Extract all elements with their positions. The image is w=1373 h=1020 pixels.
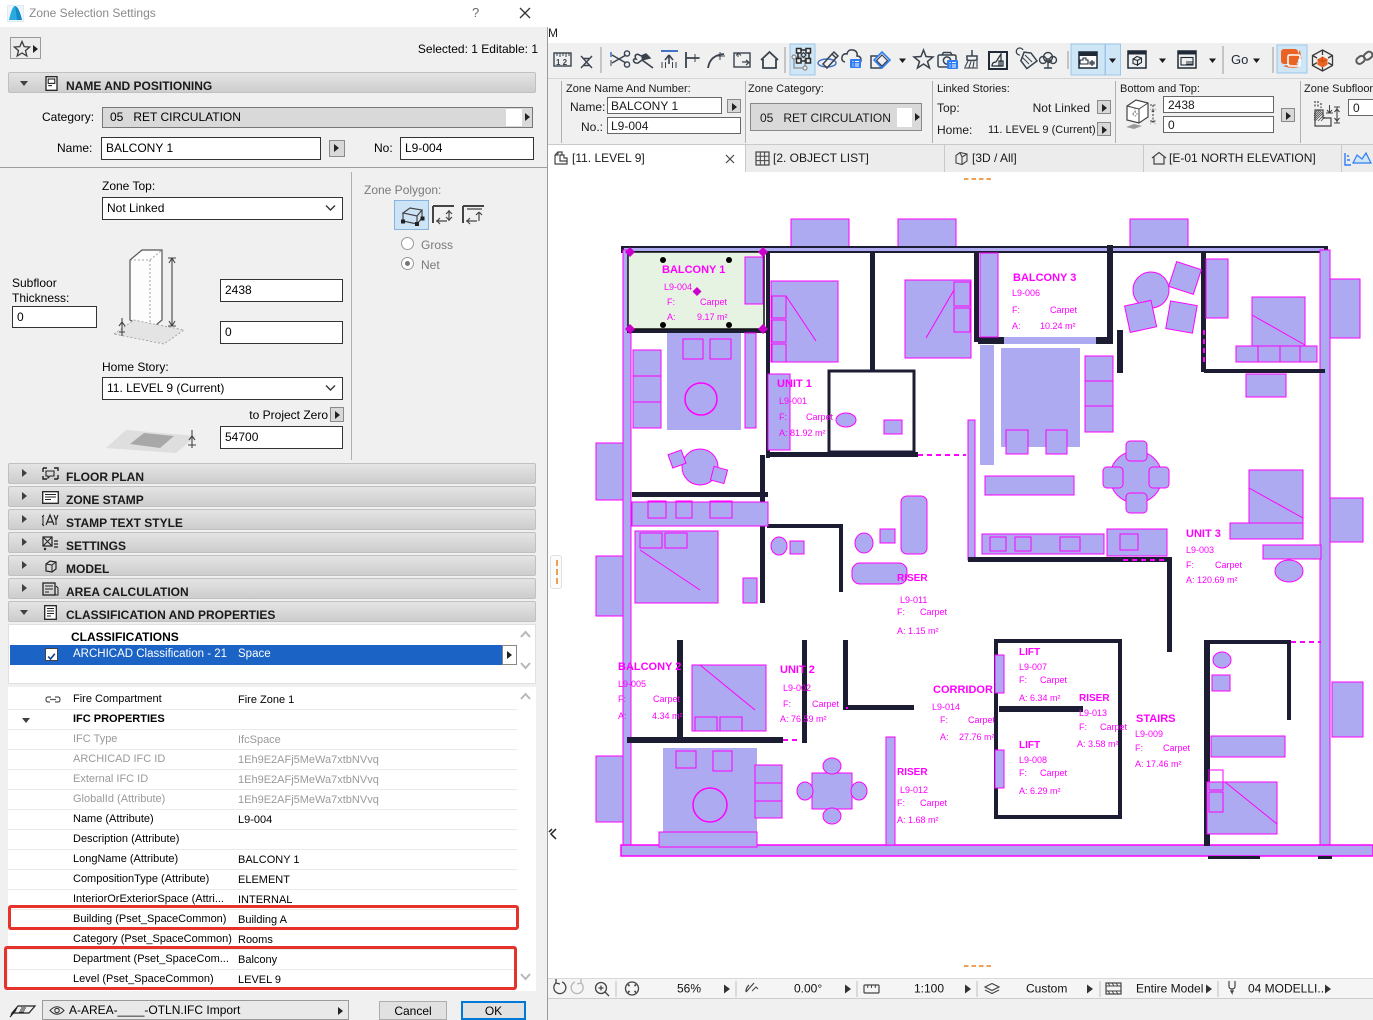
svg-text:Carpet: Carpet (1215, 560, 1243, 570)
svg-text:0.00°: 0.00° (794, 982, 822, 996)
svg-text:04 MODELLI...: 04 MODELLI... (1248, 982, 1327, 996)
svg-text:L9-005: L9-005 (618, 679, 646, 689)
svg-text:L9-007: L9-007 (1019, 662, 1047, 672)
svg-text:Carpet: Carpet (1100, 722, 1128, 732)
svg-text:F:: F: (897, 798, 905, 808)
svg-text:F:: F: (940, 715, 948, 725)
svg-text:Carpet: Carpet (1163, 743, 1191, 753)
svg-text:L9-002: L9-002 (783, 683, 811, 693)
svg-text:A: 120.69 m²: A: 120.69 m² (1186, 575, 1238, 585)
svg-text:L9-008: L9-008 (1019, 755, 1047, 765)
svg-text:F:: F: (667, 297, 675, 307)
svg-text:A: 76.59 m²: A: 76.59 m² (780, 714, 827, 724)
svg-text:A: 6.29 m²: A: 6.29 m² (1019, 786, 1061, 796)
svg-text:L9-004: L9-004 (664, 282, 692, 292)
svg-text:4.34 m²: 4.34 m² (652, 711, 683, 721)
svg-text:L9-013: L9-013 (1079, 708, 1107, 718)
svg-text:Custom: Custom (1026, 982, 1067, 996)
svg-text:A:: A: (667, 312, 676, 322)
svg-text:Carpet: Carpet (653, 694, 681, 704)
svg-text:Carpet: Carpet (968, 715, 996, 725)
svg-text:10.24 m²: 10.24 m² (1040, 321, 1076, 331)
svg-text:Carpet: Carpet (1050, 305, 1078, 315)
svg-text:F:: F: (1012, 305, 1020, 315)
svg-text:Carpet: Carpet (920, 798, 948, 808)
svg-text:F:: F: (1019, 768, 1027, 778)
svg-text:L9-003: L9-003 (1186, 545, 1214, 555)
svg-text:LIFT: LIFT (1019, 647, 1040, 658)
svg-text:RISER: RISER (1079, 693, 1110, 704)
svg-text:F:: F: (779, 412, 787, 422)
svg-text:F:: F: (1019, 675, 1027, 685)
svg-text:L9-014: L9-014 (932, 702, 960, 712)
svg-text:L9-012: L9-012 (900, 785, 928, 795)
svg-text:F:: F: (1079, 722, 1087, 732)
svg-text:9.17 m²: 9.17 m² (697, 312, 728, 322)
svg-text:CORRIDOR: CORRIDOR (933, 684, 993, 696)
svg-text:UNIT 3: UNIT 3 (1186, 528, 1221, 540)
svg-text:Go: Go (1231, 52, 1248, 67)
svg-text:A: 3.58 m²: A: 3.58 m² (1077, 739, 1119, 749)
svg-text:Carpet: Carpet (812, 699, 840, 709)
svg-text:RISER: RISER (897, 767, 928, 778)
svg-text:L9-006: L9-006 (1012, 288, 1040, 298)
svg-text:Carpet: Carpet (700, 297, 728, 307)
svg-text:BALCONY 1: BALCONY 1 (662, 264, 725, 276)
svg-text:UNIT 2: UNIT 2 (780, 664, 815, 676)
svg-text:A: 81.92 m²: A: 81.92 m² (779, 428, 826, 438)
svg-text:LIFT: LIFT (1019, 740, 1040, 751)
svg-text:RISER: RISER (897, 573, 928, 584)
svg-text:A: 6.34 m²: A: 6.34 m² (1019, 693, 1061, 703)
svg-text:A: 1.15 m²: A: 1.15 m² (897, 626, 939, 636)
svg-text:A:: A: (1012, 321, 1021, 331)
svg-text:Carpet: Carpet (1040, 768, 1068, 778)
svg-text:1:100: 1:100 (914, 982, 944, 996)
svg-text:BALCONY 2: BALCONY 2 (618, 661, 681, 673)
svg-text:F:: F: (783, 699, 791, 709)
svg-text:STAIRS: STAIRS (1136, 713, 1176, 725)
svg-text:56%: 56% (677, 982, 701, 996)
svg-text:A: 1.68 m²: A: 1.68 m² (897, 815, 939, 825)
svg-text:Carpet: Carpet (806, 412, 834, 422)
svg-text:BALCONY 3: BALCONY 3 (1013, 272, 1076, 284)
svg-text:A: 17.46 m²: A: 17.46 m² (1135, 759, 1182, 769)
svg-text:F:: F: (1186, 560, 1194, 570)
svg-text:Carpet: Carpet (920, 607, 948, 617)
svg-text:UNIT 1: UNIT 1 (777, 378, 812, 390)
svg-text:A:: A: (618, 711, 627, 721)
svg-text:A:: A: (940, 732, 949, 742)
svg-text:F:: F: (897, 607, 905, 617)
svg-text:1 2: 1 2 (556, 58, 568, 67)
svg-text:F:: F: (618, 694, 626, 704)
svg-text:F:: F: (1135, 743, 1143, 753)
svg-text:Carpet: Carpet (1040, 675, 1068, 685)
svg-text:L9-001: L9-001 (779, 396, 807, 406)
svg-text:L9-009: L9-009 (1135, 729, 1163, 739)
svg-text:Entire Model: Entire Model (1136, 982, 1203, 996)
svg-text:27.76 m²: 27.76 m² (959, 732, 995, 742)
svg-text:L9-011: L9-011 (900, 595, 927, 605)
